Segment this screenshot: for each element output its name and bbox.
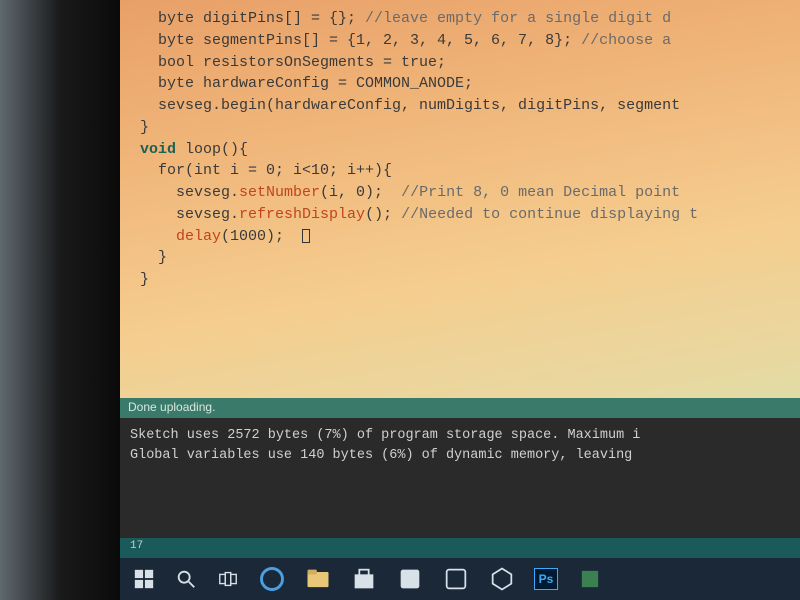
code-line: bool resistorsOnSegments = true; xyxy=(140,52,800,74)
status-text: Done uploading. xyxy=(128,400,215,414)
line-indicator-bar: 17 xyxy=(120,538,800,558)
app-icon-2[interactable] xyxy=(442,565,470,593)
output-console[interactable]: Sketch uses 2572 bytes (7%) of program s… xyxy=(120,418,800,538)
store-icon[interactable] xyxy=(350,565,378,593)
app-icon[interactable] xyxy=(396,565,424,593)
code-line: byte digitPins[] = {}; //leave empty for… xyxy=(140,8,800,30)
console-line: Sketch uses 2572 bytes (7%) of program s… xyxy=(130,428,640,443)
console-line: Global variables use 140 bytes (6%) of d… xyxy=(130,448,640,463)
monitor-bezel xyxy=(0,0,120,600)
code-line: } xyxy=(140,247,800,269)
code-line: byte segmentPins[] = {1, 2, 3, 4, 5, 6, … xyxy=(140,30,800,52)
line-number: 17 xyxy=(130,540,143,552)
windows-taskbar[interactable]: Ps xyxy=(120,558,800,600)
edge-browser-icon[interactable] xyxy=(258,565,286,593)
search-icon[interactable] xyxy=(174,567,198,591)
code-line: void loop(){ xyxy=(140,139,800,161)
code-line: sevseg.setNumber(i, 0); //Print 8, 0 mea… xyxy=(140,182,800,204)
ide-status-bar: Done uploading. xyxy=(120,398,800,418)
text-cursor xyxy=(302,229,310,243)
code-line: delay(1000); xyxy=(140,226,800,248)
code-line: } xyxy=(140,117,800,139)
start-button[interactable] xyxy=(132,567,156,591)
code-line: sevseg.begin(hardwareConfig, numDigits, … xyxy=(140,95,800,117)
photoshop-icon[interactable]: Ps xyxy=(534,568,558,590)
code-line: sevseg.refreshDisplay(); //Needed to con… xyxy=(140,204,800,226)
code-line: for(int i = 0; i<10; i++){ xyxy=(140,160,800,182)
app-icon-3[interactable] xyxy=(576,565,604,593)
code-line: } xyxy=(140,269,800,291)
code-line: byte hardwareConfig = COMMON_ANODE; xyxy=(140,73,800,95)
file-explorer-icon[interactable] xyxy=(304,565,332,593)
task-view-icon[interactable] xyxy=(216,567,240,591)
unity-icon[interactable] xyxy=(488,565,516,593)
